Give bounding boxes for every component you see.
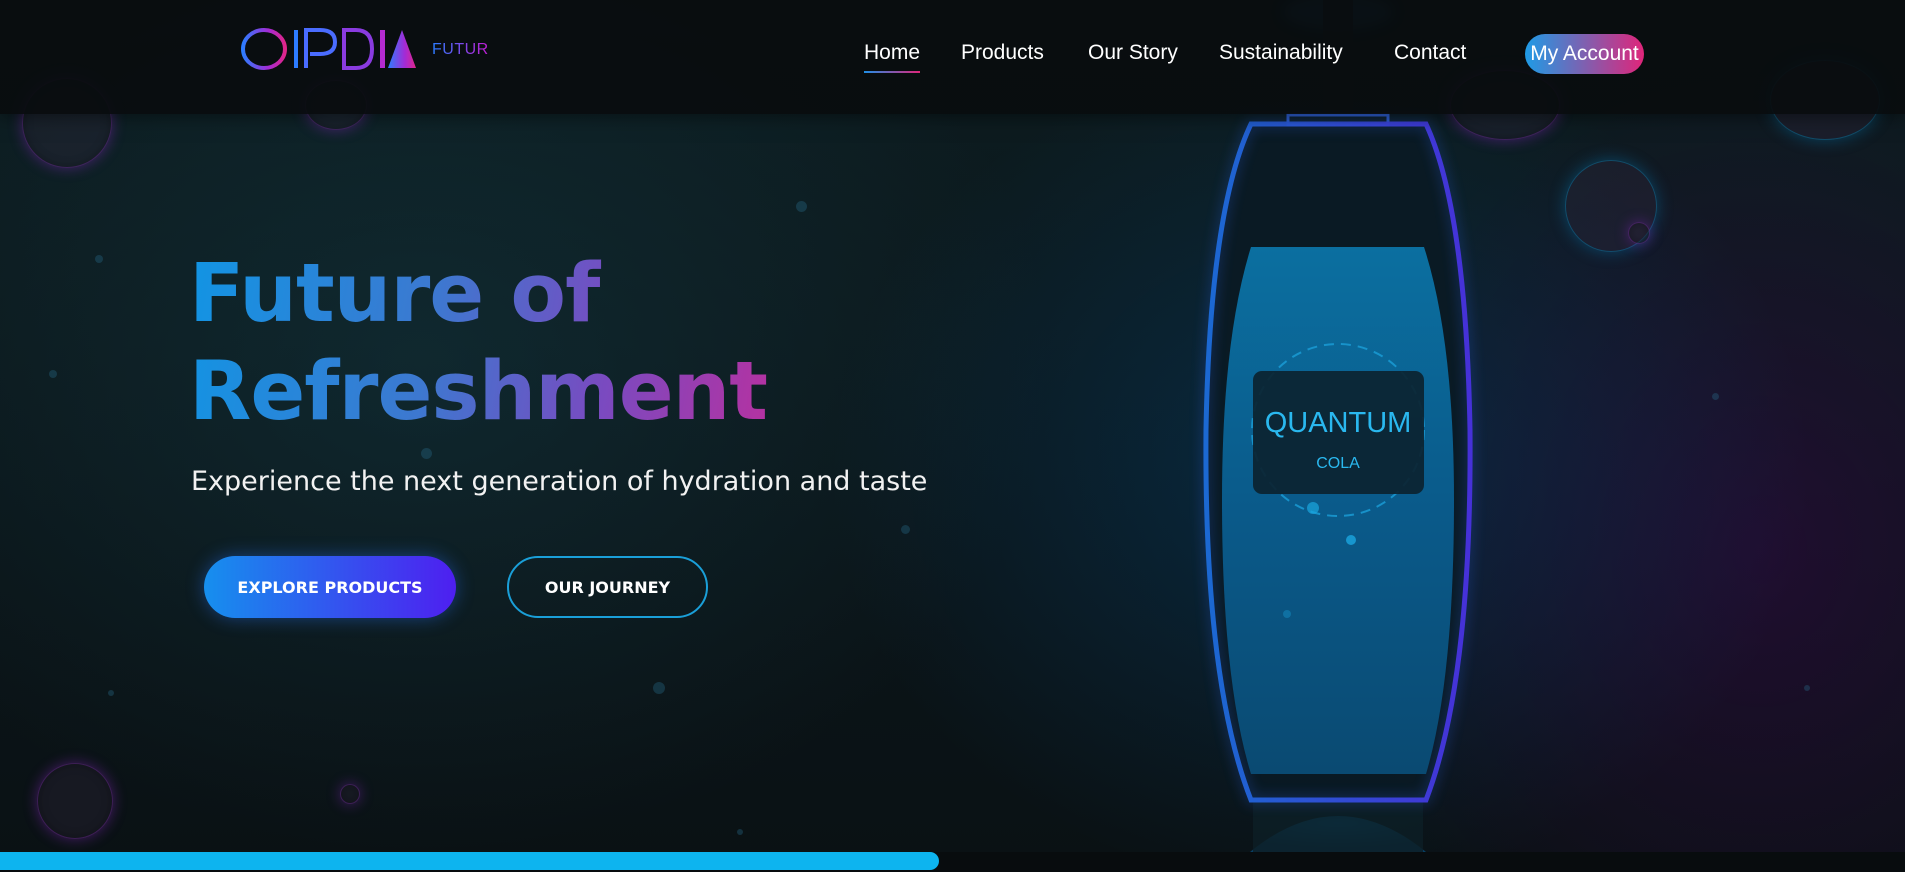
particle-dot <box>95 255 103 263</box>
bubble-decoration <box>37 763 113 839</box>
logo-icon <box>241 28 416 70</box>
hero-title-line2: Refreshment <box>189 345 768 439</box>
nav-item-home[interactable]: Home <box>864 41 921 73</box>
hero-section: QUANTUM COLA Future of Refreshment Exper… <box>0 0 1905 872</box>
bubble-decoration <box>1628 222 1650 244</box>
scroll-progress-fill <box>0 852 940 870</box>
particle-dot <box>901 525 910 534</box>
nav-item-sustainability[interactable]: Sustainability <box>1219 41 1343 65</box>
my-account-button[interactable]: My Account <box>1525 34 1644 74</box>
bottle-illustration: QUANTUM COLA <box>1200 0 1476 860</box>
nav-item-products[interactable]: Products <box>961 41 1044 65</box>
nav-item-our-story[interactable]: Our Story <box>1088 41 1178 65</box>
particle-dot <box>796 201 807 212</box>
particle-dot <box>1712 393 1719 400</box>
particle-dot <box>49 370 57 378</box>
site-header: FUTUR Home Products Our Story Sustainabi… <box>0 0 1905 114</box>
particle-dot <box>737 829 743 835</box>
hero-title-line1: Future of <box>189 247 600 341</box>
our-journey-button[interactable]: OUR JOURNEY <box>507 556 708 618</box>
explore-products-button[interactable]: EXPLORE PRODUCTS <box>204 556 456 618</box>
bottle-brand-label: QUANTUM <box>1265 407 1412 439</box>
particle-dot <box>653 682 665 694</box>
nav-item-contact[interactable]: Contact <box>1394 41 1466 65</box>
logo-suffix-text: FUTUR <box>432 41 489 58</box>
particle-dot <box>421 448 432 459</box>
particle-dot <box>108 690 114 696</box>
bubble-decoration <box>340 784 360 804</box>
particle-dot <box>1804 685 1810 691</box>
bottle-flavor-label: COLA <box>1316 455 1360 472</box>
hero-title: Future of Refreshment <box>189 245 889 441</box>
hero-subtitle: Experience the next generation of hydrat… <box>191 466 928 497</box>
